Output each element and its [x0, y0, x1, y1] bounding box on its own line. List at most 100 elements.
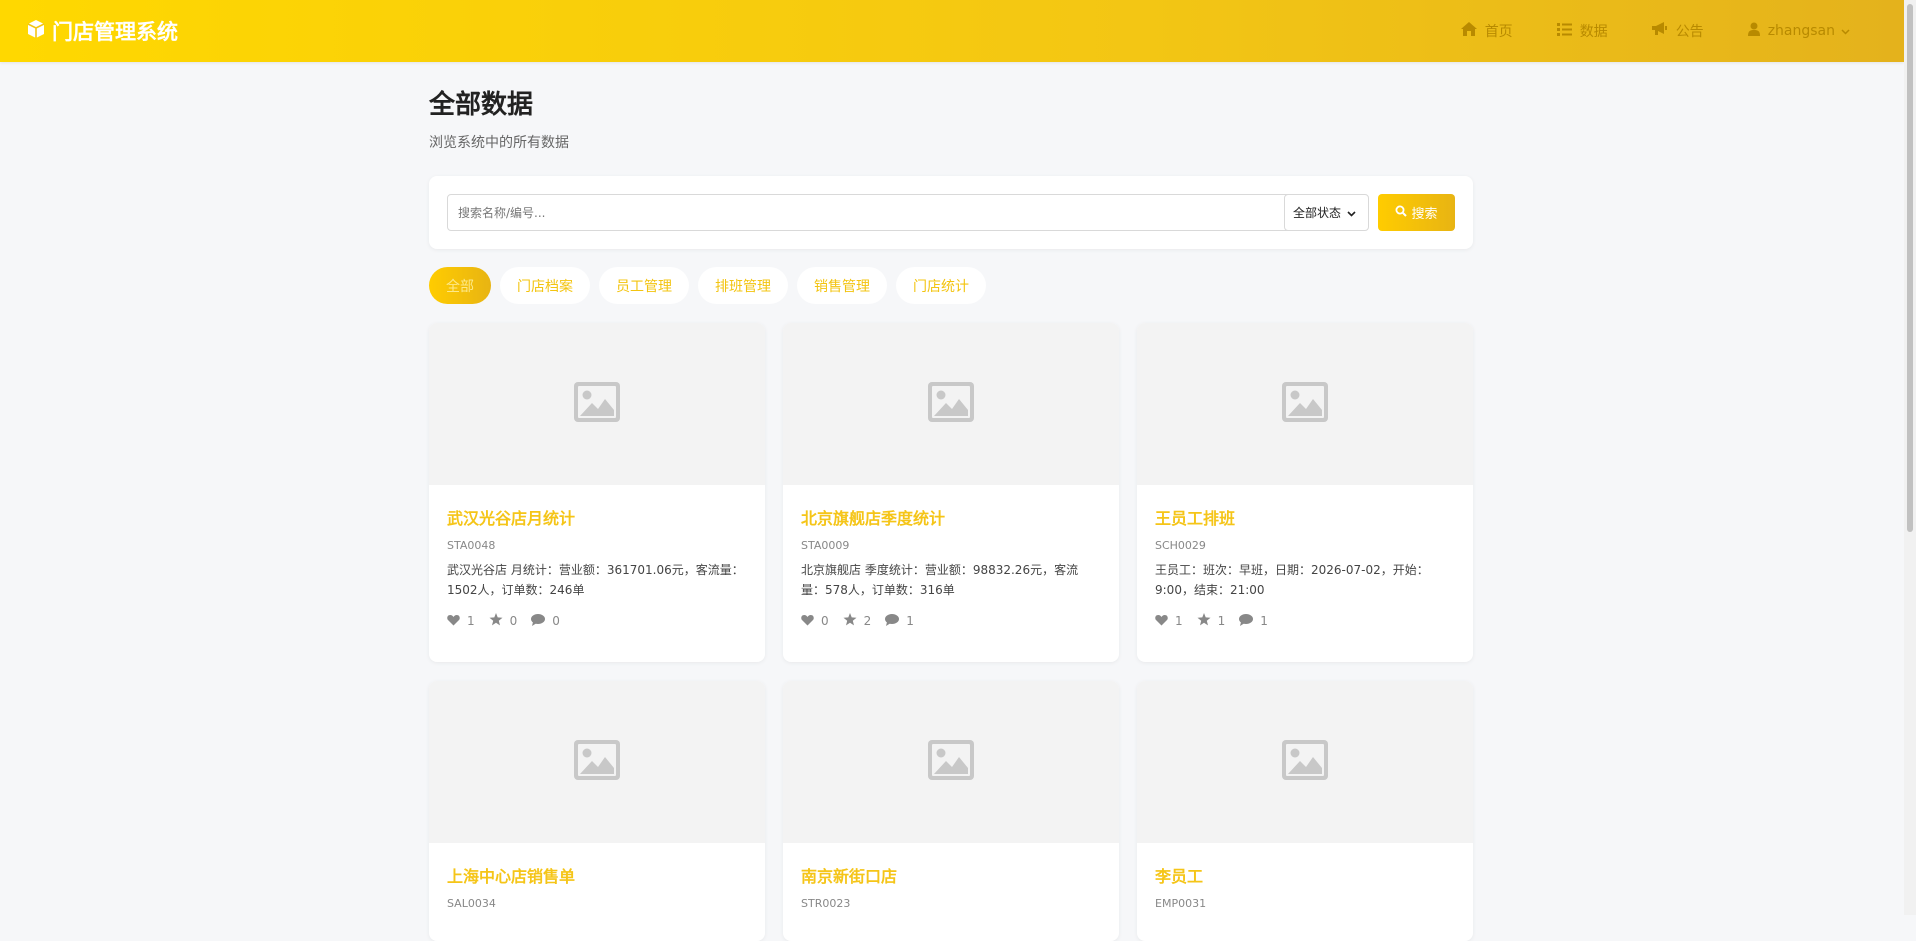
- megaphone-icon: [1651, 22, 1676, 40]
- card-thumbnail: [783, 681, 1119, 843]
- nav-home-label: 首页: [1484, 24, 1513, 40]
- user-icon: [1747, 22, 1768, 40]
- image-placeholder-icon: [928, 382, 974, 426]
- star-icon: [843, 613, 864, 629]
- favorite-stat[interactable]: 0: [489, 613, 518, 629]
- card-thumbnail: [1137, 323, 1473, 485]
- card-thumbnail: [1137, 681, 1473, 843]
- card-code: SAL0034: [447, 897, 496, 910]
- comment-icon: [885, 613, 906, 629]
- brand-name: 门店管理系统: [52, 20, 178, 44]
- card-description: 武汉光谷店 月统计：营业额：361701.06元，客流量：1502人，订单数：2…: [447, 563, 744, 597]
- status-select-value: 全部状态: [1293, 206, 1342, 220]
- card-title: 李员工: [1155, 867, 1204, 886]
- comment-stat[interactable]: 1: [1239, 613, 1268, 629]
- card-thumbnail: [783, 323, 1119, 485]
- category-tabs: 全部 门店档案 员工管理 排班管理 销售管理 门店统计: [429, 267, 995, 304]
- card-description: 北京旗舰店 季度统计：营业额：98832.26元，客流量：578人，订单数：31…: [801, 563, 1079, 597]
- nav-data[interactable]: 数据: [1556, 21, 1608, 41]
- comment-icon: [1239, 613, 1260, 629]
- like-count: 1: [1175, 614, 1183, 628]
- card-stats: 1 1 1: [1155, 613, 1455, 629]
- page-title: 全部数据: [429, 90, 534, 120]
- like-stat[interactable]: 1: [1155, 613, 1183, 629]
- card-code: STR0023: [801, 897, 851, 910]
- comment-count: 1: [1260, 614, 1268, 628]
- search-button[interactable]: 搜索: [1378, 194, 1455, 231]
- image-placeholder-icon: [1282, 382, 1328, 426]
- status-select[interactable]: 全部状态: [1284, 194, 1369, 231]
- favorite-stat[interactable]: 2: [843, 613, 872, 629]
- data-card[interactable]: 李员工 EMP0031: [1137, 681, 1473, 941]
- tab-employee-management[interactable]: 员工管理: [599, 267, 689, 304]
- page-scrollbar[interactable]: [1904, 0, 1916, 915]
- star-icon: [1197, 613, 1218, 629]
- favorite-count: 2: [863, 614, 872, 628]
- nav-home[interactable]: 首页: [1460, 21, 1513, 41]
- like-stat[interactable]: 1: [447, 613, 475, 629]
- search-button-label: 搜索: [1411, 207, 1438, 222]
- user-menu[interactable]: zhangsan: [1747, 22, 1858, 40]
- like-count: 1: [467, 614, 475, 628]
- image-placeholder-icon: [1282, 740, 1328, 784]
- favorite-count: 0: [509, 614, 518, 628]
- comment-count: 1: [906, 614, 914, 628]
- comment-stat[interactable]: 0: [531, 613, 560, 629]
- data-card[interactable]: 北京旗舰店季度统计 STA0009 北京旗舰店 季度统计：营业额：98832.2…: [783, 323, 1119, 662]
- heart-icon: [1155, 614, 1175, 629]
- tab-sales-management[interactable]: 销售管理: [797, 267, 887, 304]
- heart-icon: [447, 614, 467, 629]
- card-title: 南京新街口店: [801, 867, 898, 886]
- image-placeholder-icon: [574, 740, 620, 784]
- card-title: 王员工排班: [1155, 509, 1236, 528]
- card-code: SCH0029: [1155, 539, 1206, 552]
- tab-store-statistics[interactable]: 门店统计: [896, 267, 986, 304]
- search-icon: [1395, 205, 1411, 221]
- card-code: STA0048: [447, 539, 496, 552]
- like-stat[interactable]: 0: [801, 613, 829, 629]
- like-count: 0: [821, 614, 829, 628]
- cube-icon: [26, 19, 52, 44]
- brand[interactable]: 门店管理系统: [26, 16, 178, 46]
- favorite-stat[interactable]: 1: [1197, 613, 1226, 629]
- nav-announcements[interactable]: 公告: [1651, 21, 1704, 41]
- tab-store-records[interactable]: 门店档案: [500, 267, 590, 304]
- data-card[interactable]: 武汉光谷店月统计 STA0048 武汉光谷店 月统计：营业额：361701.06…: [429, 323, 765, 662]
- card-stats: 0 2 1: [801, 613, 1101, 629]
- nav-data-label: 数据: [1579, 24, 1608, 40]
- main-nav: 首页 数据 公告 zhangsan: [1460, 0, 1904, 62]
- tab-all[interactable]: 全部: [429, 267, 491, 304]
- tab-schedule-management[interactable]: 排班管理: [698, 267, 788, 304]
- card-title: 上海中心店销售单: [447, 867, 576, 886]
- data-card[interactable]: 上海中心店销售单 SAL0034: [429, 681, 765, 941]
- heart-icon: [801, 614, 821, 629]
- favorite-count: 1: [1217, 614, 1226, 628]
- comment-stat[interactable]: 1: [885, 613, 914, 629]
- image-placeholder-icon: [574, 382, 620, 426]
- scrollbar-thumb[interactable]: [1907, 4, 1913, 532]
- data-card[interactable]: 王员工排班 SCH0029 王员工：班次：早班，日期：2026-07-02，开始…: [1137, 323, 1473, 662]
- card-thumbnail: [429, 323, 765, 485]
- chevron-down-icon: [1347, 206, 1356, 220]
- card-title: 武汉光谷店月统计: [447, 509, 576, 528]
- comment-count: 0: [552, 614, 560, 628]
- search-panel: 全部状态 搜索: [429, 176, 1473, 249]
- chevron-down-icon: [1841, 23, 1858, 39]
- card-description: 王员工：班次：早班，日期：2026-07-02，开始：9:00，结束：21:00: [1155, 563, 1429, 597]
- data-card[interactable]: 南京新街口店 STR0023: [783, 681, 1119, 941]
- card-code: EMP0031: [1155, 897, 1207, 910]
- comment-icon: [531, 613, 552, 629]
- card-title: 北京旗舰店季度统计: [801, 509, 946, 528]
- nav-announcements-label: 公告: [1675, 24, 1704, 40]
- home-icon: [1460, 22, 1485, 40]
- search-input[interactable]: [447, 194, 1304, 231]
- list-icon: [1556, 22, 1580, 40]
- star-icon: [489, 613, 510, 629]
- username: zhangsan: [1767, 23, 1835, 39]
- card-code: STA0009: [801, 539, 850, 552]
- card-thumbnail: [429, 681, 765, 843]
- card-stats: 1 0 0: [447, 613, 747, 629]
- top-navbar: 门店管理系统 首页 数据 公告 zhangsan: [0, 0, 1904, 62]
- image-placeholder-icon: [928, 740, 974, 784]
- page-subtitle: 浏览系统中的所有数据: [429, 135, 569, 151]
